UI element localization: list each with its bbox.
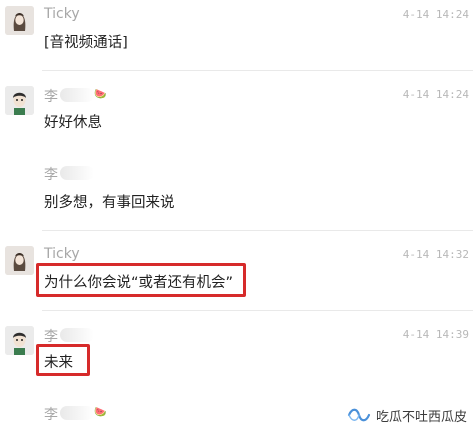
message-time: 4-14 14:32 [402, 248, 469, 261]
message-text: 别多想，有事回来说 [44, 195, 175, 211]
message-row: Ticky 4-14 14:32 为什么你会说“或者还有机会” [0, 240, 473, 311]
sender-name: 李 [44, 167, 58, 183]
avatar-li[interactable] [5, 86, 34, 115]
divider [42, 310, 473, 311]
message-row: 李 别多想，有事回来说 [0, 150, 473, 231]
sender-name: 李 [44, 407, 58, 423]
watermelon-icon: 🍉 [94, 407, 107, 418]
divider [42, 230, 473, 231]
sender-name: 李 [44, 329, 58, 345]
sender-name: 李 [44, 89, 58, 105]
sender-name: Ticky [44, 6, 80, 22]
name-blur [60, 406, 94, 420]
avatar-ticky[interactable] [5, 6, 34, 35]
name-blur [60, 88, 94, 102]
chat-history: Ticky 4-14 14:24 [音视频通话] 李 🍉 4-14 14:24 … [0, 0, 473, 431]
message-time: 4-14 14:24 [402, 88, 469, 101]
channel-icon [347, 408, 371, 422]
message-row: 李 4-14 14:39 未来 [0, 320, 473, 380]
avatar-ticky[interactable] [5, 246, 34, 275]
message-time: 4-14 14:24 [402, 8, 469, 21]
avatar-li[interactable] [5, 326, 34, 355]
message-row: 李 🍉 4-14 14:24 好好休息 [0, 80, 473, 150]
message-row: Ticky 4-14 14:24 [音视频通话] [0, 0, 473, 71]
watermelon-icon: 🍉 [94, 89, 107, 100]
name-blur [60, 166, 94, 180]
message-text: 未来 [44, 355, 73, 371]
message-time: 4-14 14:39 [402, 328, 469, 341]
message-text: 好好休息 [44, 115, 102, 131]
name-blur [60, 328, 94, 342]
message-text: [音视频通话] [44, 35, 128, 51]
divider [42, 70, 473, 71]
sender-name: Ticky [44, 246, 80, 262]
watermark-text: 吃瓜不吐西瓜皮 [375, 409, 467, 425]
watermark: 吃瓜不吐西瓜皮 [346, 405, 467, 425]
message-text: 为什么你会说“或者还有机会” [44, 275, 234, 291]
